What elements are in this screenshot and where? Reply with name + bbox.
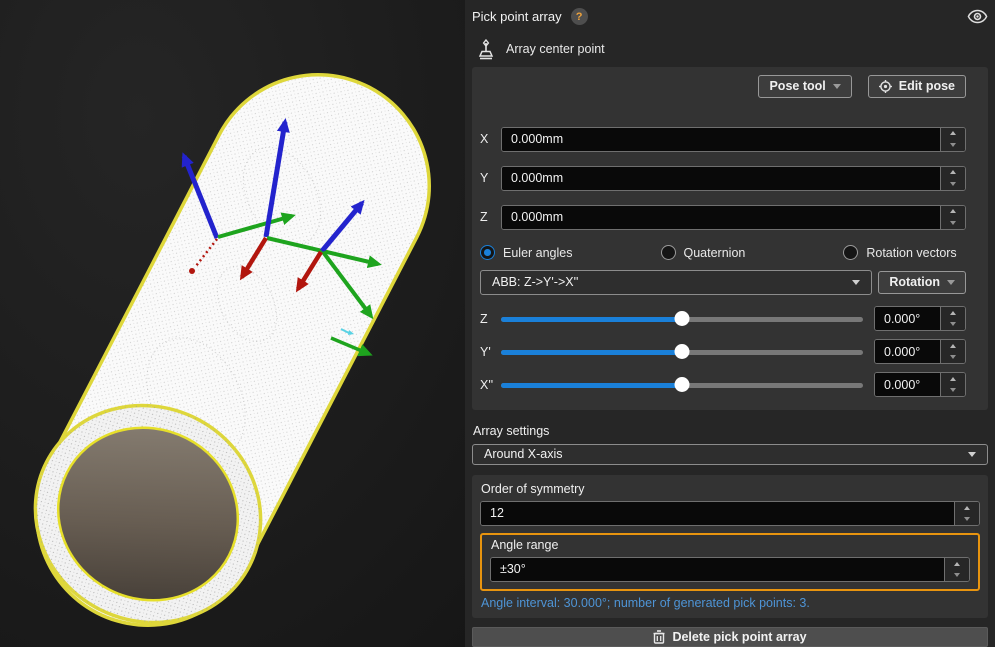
visibility-eye-icon[interactable] [967,9,988,24]
angle-range-input[interactable] [491,558,944,581]
rotation-sliders: Z Y' [480,307,966,397]
angle-range-spinner-buttons[interactable] [944,558,969,581]
x-double-prime-rotation-slider[interactable] [501,373,863,397]
y-prime-rotation-spinbox [874,339,966,364]
y-axis-label: Y [480,171,501,185]
angle-range-spinbox [490,557,970,582]
radio-selected-icon [480,245,495,260]
radio-rotation-vectors[interactable]: Rotation vectors [843,245,956,260]
application-window: Pick point array ? Array center point [0,0,995,647]
edit-pose-button[interactable]: Edit pose [868,75,966,98]
radio-quaternion[interactable]: Quaternion [661,245,746,260]
y-prime-rotation-slider[interactable] [501,340,863,364]
z-position-spinner-buttons[interactable] [940,206,965,229]
y-prime-slider-row: Y' [480,340,966,364]
slider-fill [501,350,682,355]
quaternion-label: Quaternion [684,246,746,260]
slider-handle[interactable] [675,344,690,359]
chevron-down-icon [852,280,860,285]
y-position-spinner-buttons[interactable] [940,167,965,190]
x-double-prime-rotation-spinbox [874,372,966,397]
pose-tool-button[interactable]: Pose tool [758,75,851,98]
order-of-symmetry-input[interactable] [481,502,954,525]
pose-buttons-row: Pose tool Edit pose [480,75,966,98]
slider-fill [501,383,682,388]
edit-pose-label: Edit pose [899,79,955,93]
pick-point-array-panel: Pick point array ? Array center point [465,0,995,647]
slider-fill [501,317,682,322]
x-position-input[interactable] [502,128,940,151]
y-prime-slider-label: Y' [480,345,501,359]
y-field-row: Y [480,166,966,191]
radio-unselected-icon [843,245,858,260]
x-double-prime-slider-label: X'' [480,378,501,392]
euler-convention-select[interactable]: ABB: Z->Y'->X'' [480,270,872,295]
y-prime-rotation-input[interactable] [875,340,940,363]
z-axis-label: Z [480,210,501,224]
array-mode-value: Around X-axis [484,447,968,461]
x-position-spinner-buttons[interactable] [940,128,965,151]
point-cloud-scene [0,0,465,647]
z-rotation-input[interactable] [875,307,940,330]
radio-euler-angles[interactable]: Euler angles [480,245,573,260]
angle-range-highlight-box: Angle range [480,533,980,591]
z-rotation-spinbox [874,306,966,331]
help-icon[interactable]: ? [571,8,588,25]
z-position-spinbox [501,205,966,230]
x-double-prime-slider-row: X'' [480,373,966,397]
x-double-prime-rotation-input[interactable] [875,373,940,396]
page-title: Pick point array [472,9,562,24]
order-of-symmetry-label: Order of symmetry [480,482,980,496]
rotation-button-label: Rotation [889,275,940,289]
rotation-vectors-label: Rotation vectors [866,246,956,260]
chevron-down-icon [968,452,976,457]
array-parameters-group: Order of symmetry Angle range Angle inte… [472,475,988,618]
x-field-row: X [480,127,966,152]
angle-interval-info: Angle interval: 30.000°; number of gener… [480,596,980,610]
angle-range-label: Angle range [490,538,970,552]
x-axis-label: X [480,132,501,146]
z-slider-label: Z [480,312,501,326]
chevron-down-icon [833,84,841,89]
chevron-down-icon [947,280,955,285]
z-position-input[interactable] [502,206,940,229]
array-mode-select[interactable]: Around X-axis [472,444,988,465]
rotation-button[interactable]: Rotation [878,271,966,294]
trash-icon [653,630,665,644]
euler-angles-label: Euler angles [503,246,573,260]
z-rotation-spinner-buttons[interactable] [940,307,965,330]
z-slider-row: Z [480,307,966,331]
y-position-input[interactable] [502,167,940,190]
x-double-prime-rotation-spinner-buttons[interactable] [940,373,965,396]
pose-editor-group: Pose tool Edit pose [472,67,988,410]
array-center-point-header: Array center point [472,39,988,60]
radio-unselected-icon [661,245,676,260]
panel-header: Pick point array ? [472,8,988,26]
slider-handle[interactable] [675,311,690,326]
slider-handle[interactable] [675,377,690,392]
z-field-row: Z [480,205,966,230]
y-prime-rotation-spinner-buttons[interactable] [940,340,965,363]
delete-button-label: Delete pick point array [672,630,806,644]
euler-convention-value: ABB: Z->Y'->X'' [492,275,852,289]
order-of-symmetry-spinbox [480,501,980,526]
y-position-spinbox [501,166,966,191]
position-fields: X Y Z [480,127,966,230]
rotation-mode-radios: Euler angles Quaternion Rotation vectors [480,244,966,262]
3d-viewport[interactable] [0,0,465,647]
z-rotation-slider[interactable] [501,307,863,331]
array-settings-label: Array settings [472,424,988,438]
pose-tool-label: Pose tool [769,79,825,93]
edit-pose-gear-icon [879,80,892,93]
x-position-spinbox [501,127,966,152]
euler-convention-row: ABB: Z->Y'->X'' Rotation [480,270,966,295]
array-center-point-icon [476,39,496,60]
delete-pick-point-array-button[interactable]: Delete pick point array [472,627,988,647]
order-of-symmetry-spinner-buttons[interactable] [954,502,979,525]
section-title: Array center point [506,42,605,56]
